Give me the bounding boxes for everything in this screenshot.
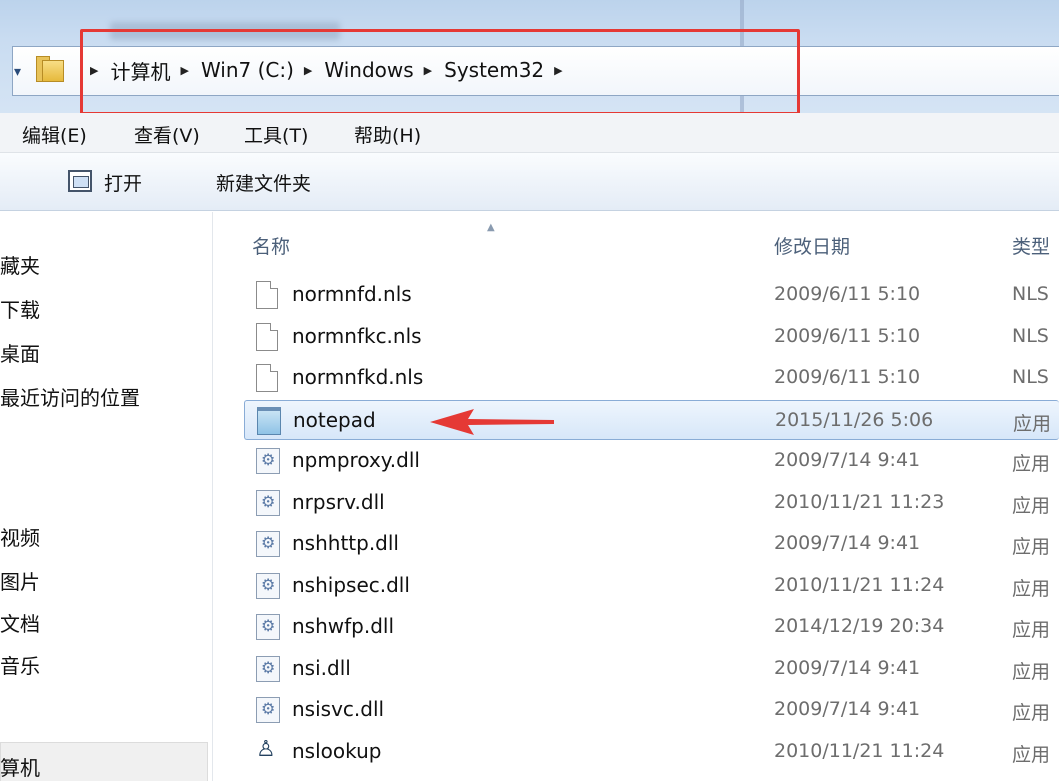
dll-file-icon	[256, 655, 280, 682]
file-row[interactable]: normnfd.nls 2009/6/11 5:10 NLS	[244, 275, 1059, 315]
notepad-icon	[257, 406, 281, 435]
column-header-date[interactable]: 修改日期	[774, 232, 850, 259]
file-type: NLS	[1012, 324, 1049, 347]
file-row[interactable]: nsi.dll 2009/7/14 9:41 应用	[244, 649, 1059, 689]
open-icon[interactable]	[68, 170, 92, 192]
file-type: 应用	[1012, 453, 1051, 475]
file-row[interactable]: nsisvc.dll 2009/7/14 9:41 应用	[244, 690, 1059, 730]
file-name: nsisvc.dll	[292, 697, 385, 721]
nav-item-computer[interactable]: 算机	[0, 752, 40, 781]
menu-bar: 编辑(E) 查看(V) 工具(T) 帮助(H)	[0, 113, 1059, 153]
file-row[interactable]: nshwfp.dll 2014/12/19 20:34 应用	[244, 607, 1059, 647]
pointer-arrow-annotation	[430, 409, 554, 435]
file-type: 应用	[1013, 412, 1052, 435]
file-name: nshwfp.dll	[292, 614, 395, 638]
nav-item-pictures[interactable]: 图片	[0, 566, 40, 595]
file-type: NLS	[1012, 283, 1049, 305]
file-type: 应用	[1012, 743, 1051, 766]
file-name: nsi.dll	[292, 655, 351, 680]
file-row[interactable]: nrpsrv.dll 2010/11/21 11:23 应用	[244, 483, 1059, 523]
menu-view[interactable]: 查看(V)	[134, 121, 200, 148]
file-type: 应用	[1012, 660, 1051, 683]
file-row[interactable]: nshhttp.dll 2009/7/14 9:41 应用	[244, 524, 1059, 564]
menu-edit[interactable]: 编辑(E)	[22, 121, 87, 148]
nav-item-documents[interactable]: 文档	[0, 608, 40, 637]
nav-item-downloads[interactable]: 下载	[0, 294, 40, 323]
folder-icon	[36, 56, 66, 82]
application-icon: ♙	[256, 736, 276, 762]
file-name: nshhttp.dll	[292, 531, 399, 555]
file-type: 应用	[1012, 619, 1051, 641]
file-row[interactable]: ♙ nslookup 2010/11/21 11:24 应用	[244, 732, 1059, 772]
dll-file-icon	[256, 572, 280, 599]
file-modified-date: 2009/7/14 9:41	[774, 656, 921, 679]
navigation-pane: 藏夹 下载 桌面 最近访问的位置 视频 图片 文档 音乐 算机	[0, 212, 213, 781]
sort-ascending-icon: ▲	[487, 222, 495, 233]
file-modified-date: 2009/6/11 5:10	[774, 366, 921, 388]
file-row[interactable]: notepad 2015/11/26 5:06 应用	[244, 399, 1059, 440]
nav-item-recent-places[interactable]: 最近访问的位置	[0, 382, 140, 411]
dll-file-icon	[256, 448, 280, 474]
new-folder-button[interactable]: 新建文件夹	[216, 169, 311, 196]
file-type: NLS	[1012, 366, 1049, 388]
file-modified-date: 2015/11/26 5:06	[775, 408, 934, 431]
file-name: normnfd.nls	[292, 282, 412, 306]
title-bar: ▾ ▶ 计算机 ▶ Win7 (C:) ▶ Windows ▶ System32…	[0, 0, 1059, 115]
menu-help[interactable]: 帮助(H)	[354, 121, 421, 148]
menu-tools[interactable]: 工具(T)	[244, 121, 308, 148]
file-name: nshipsec.dll	[292, 572, 410, 597]
file-type: 应用	[1012, 577, 1051, 600]
file-modified-date: 2009/7/14 9:41	[774, 532, 921, 554]
file-name: nslookup	[292, 738, 382, 763]
command-toolbar: 打开 新建文件夹	[0, 153, 1059, 211]
file-modified-date: 2014/12/19 20:34	[774, 615, 945, 637]
file-name: normnfkd.nls	[292, 365, 424, 389]
nav-item-videos[interactable]: 视频	[0, 522, 40, 551]
dll-file-icon	[256, 614, 280, 640]
file-modified-date: 2009/6/11 5:10	[774, 324, 921, 347]
file-modified-date: 2009/7/14 9:41	[774, 698, 921, 720]
nav-item-desktop[interactable]: 桌面	[0, 338, 40, 367]
file-name: npmproxy.dll	[292, 448, 420, 472]
column-header-name[interactable]: 名称	[252, 232, 290, 259]
file-name: nrpsrv.dll	[292, 489, 385, 514]
file-modified-date: 2010/11/21 11:24	[774, 739, 945, 762]
file-type: 应用	[1012, 494, 1051, 517]
document-icon	[256, 281, 278, 309]
file-modified-date: 2010/11/21 11:24	[774, 573, 945, 596]
file-row[interactable]: normnfkc.nls 2009/6/11 5:10 NLS	[244, 317, 1059, 357]
file-name: notepad	[293, 407, 376, 432]
file-list: ▲ 名称 修改日期 类型 normnfd.nls 2009/6/11 5:10 NL…	[214, 212, 1059, 781]
file-modified-date: 2009/7/14 9:41	[774, 449, 921, 471]
file-name: normnfkc.nls	[292, 323, 422, 348]
document-icon	[256, 364, 278, 392]
nav-item-favorites[interactable]: 藏夹	[0, 250, 40, 279]
highlight-annotation-box	[80, 29, 800, 115]
open-button[interactable]: 打开	[104, 169, 142, 196]
dll-file-icon	[256, 697, 280, 723]
dll-file-icon	[256, 489, 280, 516]
file-row[interactable]: nshipsec.dll 2010/11/21 11:24 应用	[244, 566, 1059, 606]
chevron-down-icon[interactable]: ▾	[14, 64, 21, 80]
column-header-type[interactable]: 类型	[1012, 232, 1050, 259]
file-modified-date: 2010/11/21 11:23	[774, 490, 945, 513]
document-icon	[256, 322, 278, 351]
file-modified-date: 2009/6/11 5:10	[774, 283, 921, 305]
nav-item-music[interactable]: 音乐	[0, 650, 40, 679]
file-type: 应用	[1012, 536, 1051, 558]
dll-file-icon	[256, 531, 280, 557]
file-type: 应用	[1012, 702, 1051, 724]
file-row[interactable]: npmproxy.dll 2009/7/14 9:41 应用	[244, 441, 1059, 481]
file-row[interactable]: normnfkd.nls 2009/6/11 5:10 NLS	[244, 358, 1059, 398]
